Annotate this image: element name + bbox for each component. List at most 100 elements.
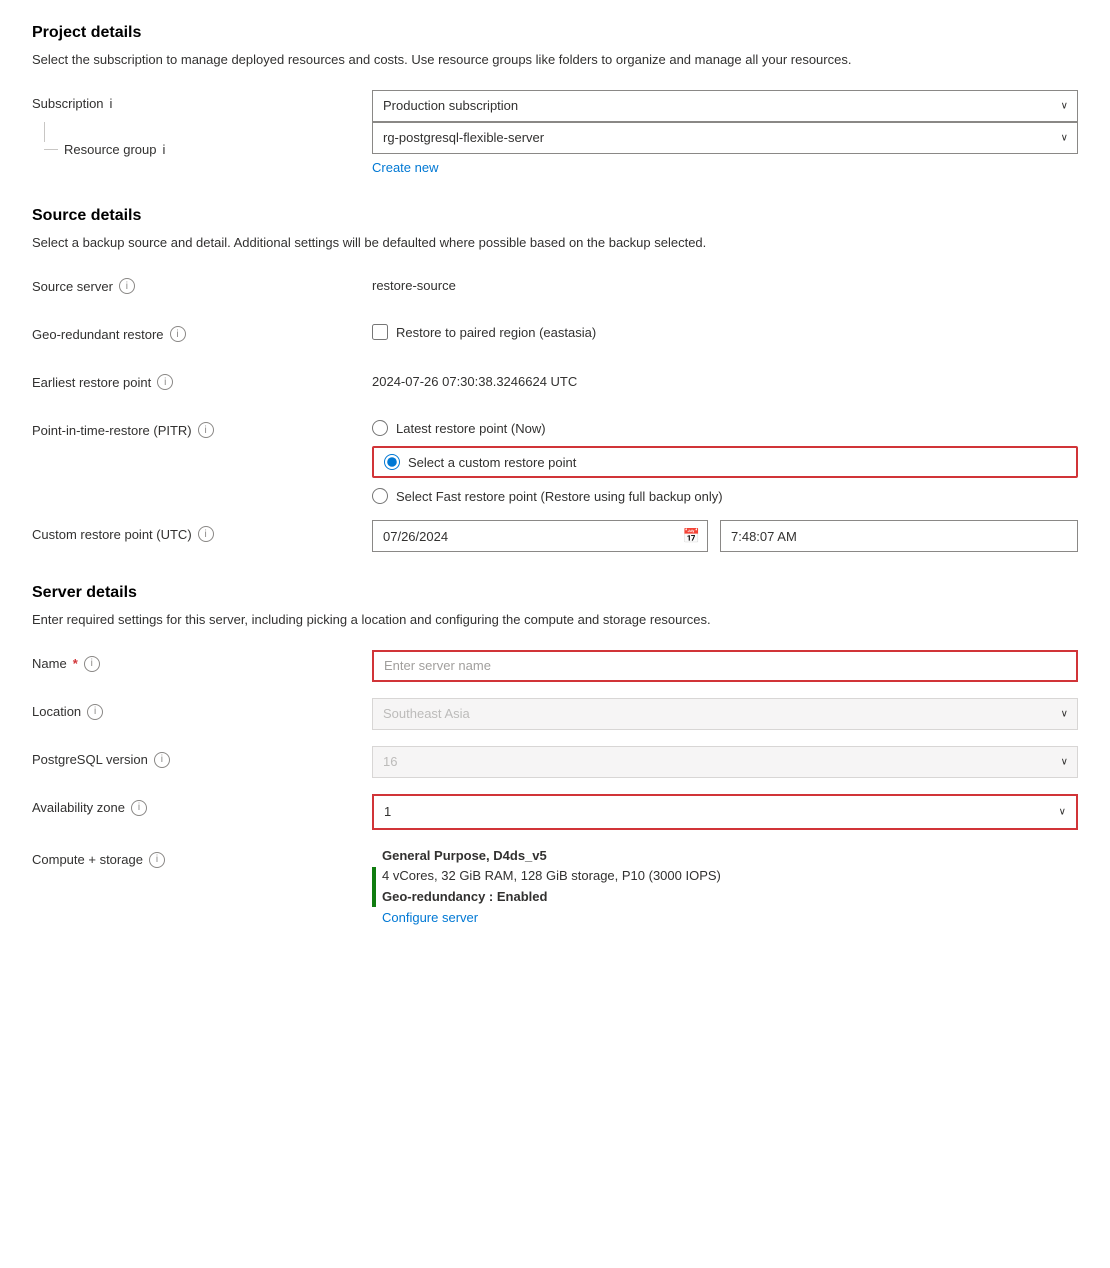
pitr-label-latest: Latest restore point (Now) xyxy=(396,421,546,436)
custom-restore-control: 📅 xyxy=(372,520,1078,552)
horizontal-line xyxy=(44,149,58,150)
resource-group-control: rg-postgresql-flexible-server ∨ Create n… xyxy=(372,122,1078,175)
date-time-row: 📅 xyxy=(372,520,1078,552)
availability-zone-dropdown[interactable]: 1 xyxy=(374,796,1076,828)
availability-zone-row: Availability zone i 1 ∨ xyxy=(32,794,1078,830)
postgresql-version-dropdown[interactable]: 16 xyxy=(372,746,1078,778)
subscription-row: Subscription i Production subscription ∨ xyxy=(32,90,1078,122)
availability-zone-info-icon[interactable]: i xyxy=(131,800,147,816)
postgresql-version-info-icon[interactable]: i xyxy=(154,752,170,768)
earliest-restore-row: Earliest restore point i 2024-07-26 07:3… xyxy=(32,368,1078,400)
pitr-control: Latest restore point (Now) Select a cust… xyxy=(372,416,1078,504)
pitr-radio-fast[interactable] xyxy=(372,488,388,504)
subscription-dropdown-wrapper: Production subscription ∨ xyxy=(372,90,1078,122)
pitr-label: Point-in-time-restore (PITR) i xyxy=(32,416,372,438)
pitr-option-latest: Latest restore point (Now) xyxy=(372,420,1078,436)
server-name-info-icon[interactable]: i xyxy=(84,656,100,672)
compute-storage-specs: 4 vCores, 32 GiB RAM, 128 GiB storage, P… xyxy=(382,866,721,887)
name-required-star: * xyxy=(73,656,78,671)
source-server-value-area: restore-source xyxy=(372,272,1078,293)
availability-zone-dropdown-wrapper: 1 ∨ xyxy=(372,794,1078,830)
server-name-label: Name * i xyxy=(32,650,372,672)
source-details-desc: Select a backup source and detail. Addit… xyxy=(32,233,1078,253)
location-label: Location i xyxy=(32,698,372,720)
compute-storage-row: Compute + storage i General Purpose, D4d… xyxy=(32,846,1078,929)
pitr-option-custom: Select a custom restore point xyxy=(372,446,1078,478)
compute-storage-info: General Purpose, D4ds_v5 4 vCores, 32 Gi… xyxy=(372,846,1078,929)
subscription-dropdown[interactable]: Production subscription xyxy=(372,90,1078,122)
location-control: Southeast Asia ∨ xyxy=(372,698,1078,730)
resource-group-dropdown-wrapper: rg-postgresql-flexible-server ∨ xyxy=(372,122,1078,154)
source-server-info-icon[interactable]: i xyxy=(119,278,135,294)
pitr-row: Point-in-time-restore (PITR) i Latest re… xyxy=(32,416,1078,504)
source-server-value: restore-source xyxy=(372,272,1078,293)
server-details-title: Server details xyxy=(32,584,1078,602)
earliest-restore-value: 2024-07-26 07:30:38.3246624 UTC xyxy=(372,368,1078,389)
date-input[interactable] xyxy=(372,520,708,552)
availability-zone-label: Availability zone i xyxy=(32,794,372,816)
location-dropdown[interactable]: Southeast Asia xyxy=(372,698,1078,730)
subscription-control: Production subscription ∨ xyxy=(372,90,1078,122)
configure-server-link[interactable]: Configure server xyxy=(382,910,478,925)
compute-storage-label: Compute + storage i xyxy=(32,846,372,868)
create-new-link[interactable]: Create new xyxy=(372,160,438,175)
date-input-wrapper: 📅 xyxy=(372,520,708,552)
geo-redundant-info-icon[interactable]: i xyxy=(170,326,186,342)
compute-storage-details: General Purpose, D4ds_v5 4 vCores, 32 Gi… xyxy=(382,846,721,929)
source-details-section: Source details Select a backup source an… xyxy=(32,207,1078,553)
postgresql-version-control: 16 ∨ xyxy=(372,746,1078,778)
resource-group-connector: Resource group i xyxy=(32,122,165,157)
source-server-label: Source server i xyxy=(32,272,372,294)
location-info-icon[interactable]: i xyxy=(87,704,103,720)
availability-zone-control: 1 ∨ xyxy=(372,794,1078,830)
pitr-radio-latest[interactable] xyxy=(372,420,388,436)
pitr-label-custom: Select a custom restore point xyxy=(408,455,576,470)
project-details-title: Project details xyxy=(32,24,1078,42)
geo-redundant-checkbox-wrapper: Restore to paired region (eastasia) xyxy=(372,320,1078,340)
pitr-option-fast: Select Fast restore point (Restore using… xyxy=(372,488,1078,504)
project-details-desc: Select the subscription to manage deploy… xyxy=(32,50,1078,70)
compute-storage-control: General Purpose, D4ds_v5 4 vCores, 32 Gi… xyxy=(372,846,1078,929)
resource-group-dropdown[interactable]: rg-postgresql-flexible-server xyxy=(372,122,1078,154)
custom-restore-info-icon[interactable]: i xyxy=(198,526,214,542)
postgresql-version-label: PostgreSQL version i xyxy=(32,746,372,768)
earliest-restore-label: Earliest restore point i xyxy=(32,368,372,390)
source-details-title: Source details xyxy=(32,207,1078,225)
subscription-info-icon[interactable]: i xyxy=(110,96,113,111)
server-details-section: Server details Enter required settings f… xyxy=(32,584,1078,929)
geo-redundant-checkbox-label: Restore to paired region (eastasia) xyxy=(396,325,596,340)
geo-redundant-control: Restore to paired region (eastasia) xyxy=(372,320,1078,340)
compute-storage-geo: Geo-redundancy : Enabled xyxy=(382,887,721,908)
postgresql-version-dropdown-wrapper: 16 ∨ xyxy=(372,746,1078,778)
server-name-input[interactable] xyxy=(372,650,1078,682)
pitr-label-fast: Select Fast restore point (Restore using… xyxy=(396,489,723,504)
compute-storage-info-icon[interactable]: i xyxy=(149,852,165,868)
pitr-info-icon[interactable]: i xyxy=(198,422,214,438)
earliest-restore-info-icon[interactable]: i xyxy=(157,374,173,390)
geo-redundant-checkbox[interactable] xyxy=(372,324,388,340)
server-name-row: Name * i xyxy=(32,650,1078,682)
resource-group-label-area: Resource group i xyxy=(32,122,372,175)
custom-restore-row: Custom restore point (UTC) i 📅 xyxy=(32,520,1078,552)
subscription-label: Subscription i xyxy=(32,90,372,111)
resource-group-row: Resource group i rg-postgresql-flexible-… xyxy=(32,122,1078,175)
resource-group-label-text: Resource group i xyxy=(58,142,165,157)
project-details-section: Project details Select the subscription … xyxy=(32,24,1078,175)
pitr-radio-custom[interactable] xyxy=(384,454,400,470)
compute-storage-accent-bar xyxy=(372,867,376,907)
vertical-line xyxy=(44,122,45,142)
compute-storage-tier: General Purpose, D4ds_v5 xyxy=(382,846,721,867)
earliest-restore-value-area: 2024-07-26 07:30:38.3246624 UTC xyxy=(372,368,1078,389)
location-dropdown-wrapper: Southeast Asia ∨ xyxy=(372,698,1078,730)
postgresql-version-row: PostgreSQL version i 16 ∨ xyxy=(32,746,1078,778)
time-input[interactable] xyxy=(720,520,1078,552)
source-server-row: Source server i restore-source xyxy=(32,272,1078,304)
resource-group-info-icon[interactable]: i xyxy=(163,142,166,157)
geo-redundant-row: Geo-redundant restore i Restore to paire… xyxy=(32,320,1078,352)
server-details-desc: Enter required settings for this server,… xyxy=(32,610,1078,630)
location-row: Location i Southeast Asia ∨ xyxy=(32,698,1078,730)
subscription-label-text: Subscription xyxy=(32,96,104,111)
custom-restore-label: Custom restore point (UTC) i xyxy=(32,520,372,542)
server-name-control xyxy=(372,650,1078,682)
geo-redundant-label: Geo-redundant restore i xyxy=(32,320,372,342)
